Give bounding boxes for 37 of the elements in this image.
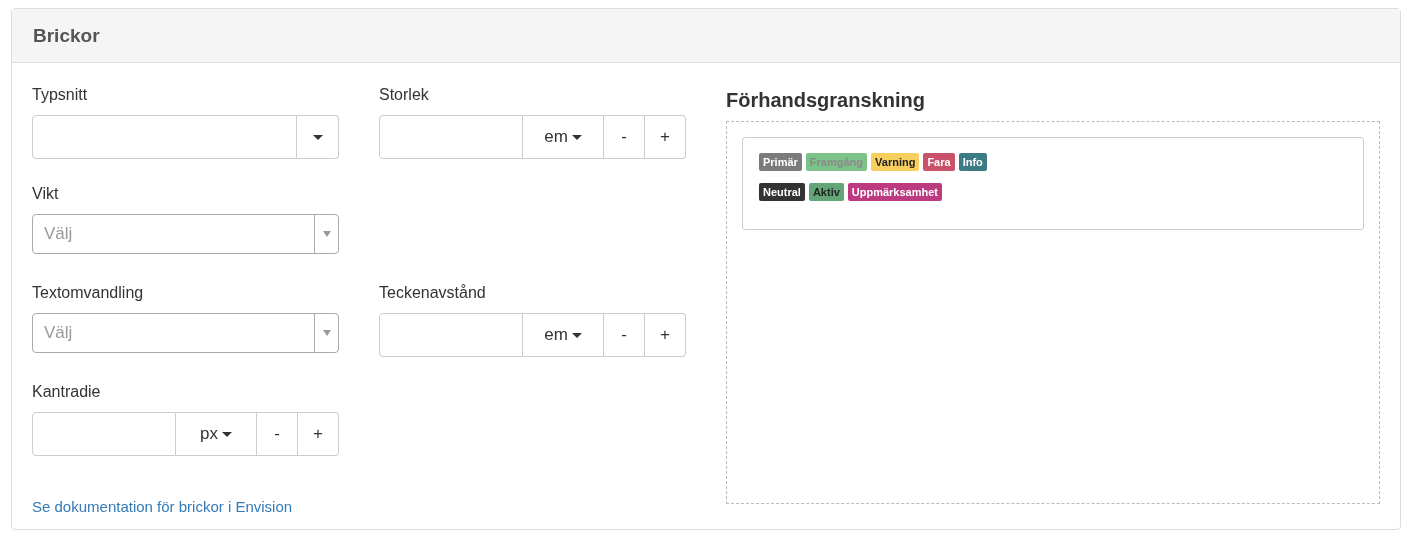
- field-label: Storlek: [379, 85, 430, 105]
- increment-button[interactable]: +: [298, 412, 339, 456]
- badge: Fara: [923, 153, 955, 171]
- caret-icon: [322, 231, 331, 237]
- caret-icon: [222, 431, 232, 437]
- unit-dropdown[interactable]: em: [523, 313, 604, 357]
- badge: Info: [958, 153, 987, 171]
- input-field[interactable]: [32, 115, 297, 159]
- decrement-button[interactable]: -: [604, 313, 645, 357]
- input-field[interactable]: [32, 412, 176, 456]
- badge: Neutral: [759, 183, 805, 201]
- increment-button[interactable]: +: [645, 313, 686, 357]
- dropdown-button[interactable]: [297, 115, 339, 159]
- field-label: Typsnitt: [32, 85, 89, 105]
- unit-dropdown[interactable]: em: [523, 115, 604, 159]
- input-field[interactable]: [379, 313, 523, 357]
- caret-icon: [312, 134, 323, 140]
- decrement-button[interactable]: -: [257, 412, 298, 456]
- field-label: Kantradie: [32, 382, 102, 402]
- field-label: Textomvandling: [32, 283, 145, 303]
- field-label: Teckenavstånd: [379, 283, 487, 303]
- caret-icon: [571, 134, 582, 140]
- unit-dropdown[interactable]: px: [176, 412, 257, 456]
- badge: Varning: [871, 153, 920, 171]
- caret-icon: [322, 330, 331, 336]
- preview-title: Förhandsgranskning: [726, 88, 926, 112]
- caret-icon: [571, 332, 582, 338]
- increment-button[interactable]: +: [645, 115, 686, 159]
- badge: Framgång: [805, 153, 868, 171]
- documentation-link[interactable]: Se dokumentation för brickor i Envision: [32, 498, 293, 515]
- input-field[interactable]: [379, 115, 523, 159]
- decrement-button[interactable]: -: [604, 115, 645, 159]
- field-label: Vikt: [32, 184, 60, 204]
- badge: Primär: [759, 153, 802, 171]
- panel-title: Brickor: [33, 24, 100, 47]
- badge: Uppmärksamhet: [847, 183, 942, 201]
- badge: Aktiv: [808, 183, 844, 201]
